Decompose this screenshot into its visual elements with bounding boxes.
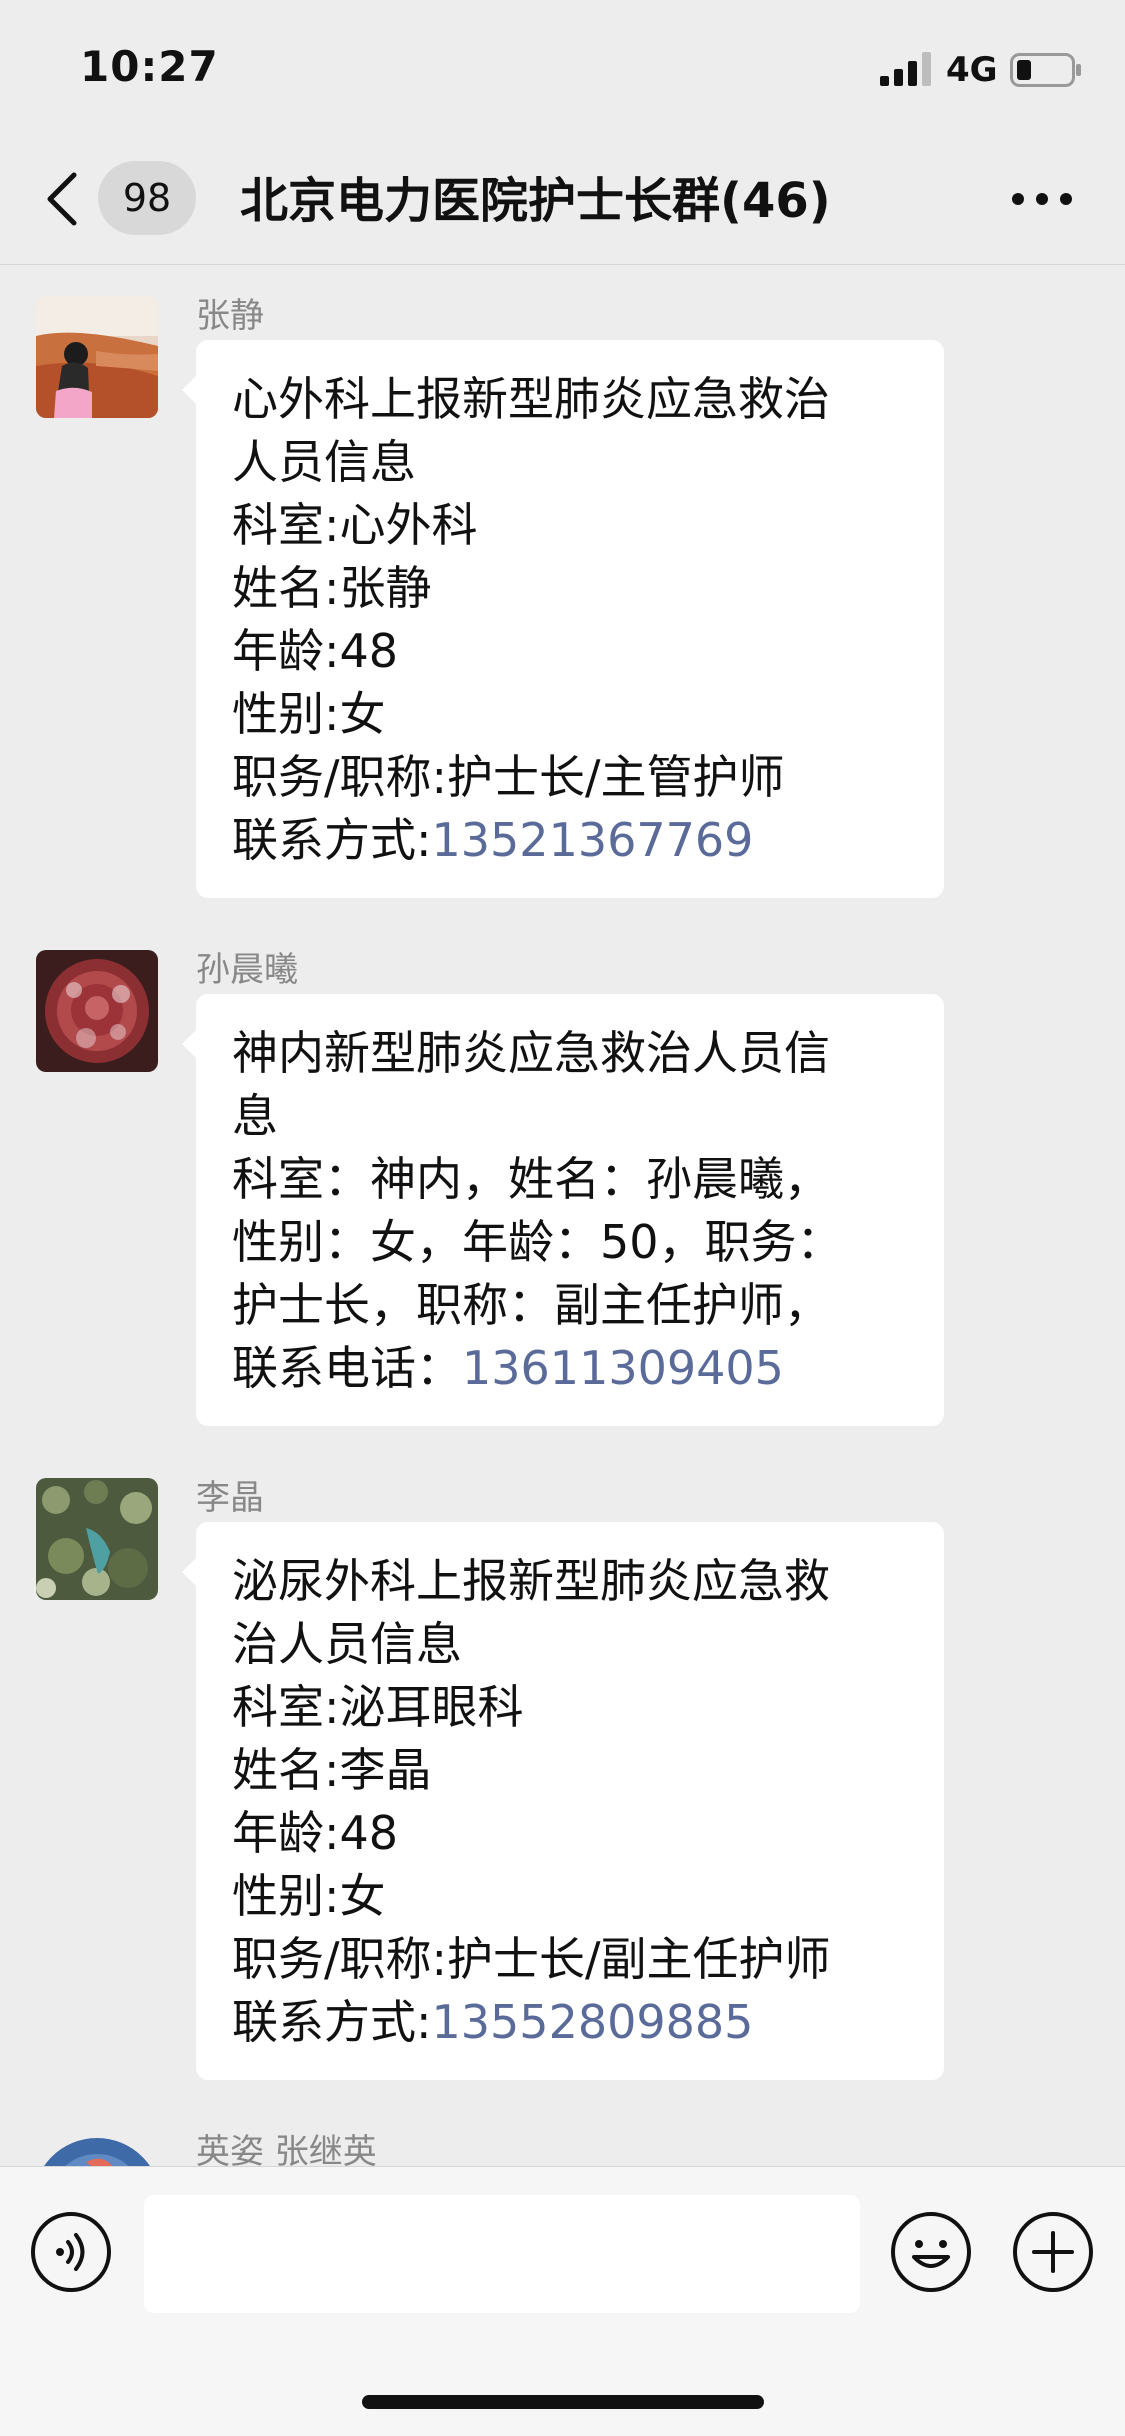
chat-title: 北京电力医院护士长群(46) [240, 173, 831, 229]
message-bubble[interactable]: 泌尿外科上报新型肺炎应急救 治人员信息 科室:泌耳眼科 姓名:李晶 年龄:48 … [182, 1522, 944, 2080]
avatar-image [36, 2132, 158, 2166]
contact-label: 联系方式: [232, 1995, 432, 2049]
network-type: 4G [946, 50, 998, 90]
phone-link[interactable]: 13611309405 [462, 1341, 784, 1395]
phone-link[interactable]: 13552809885 [432, 1995, 754, 2049]
chat-header: 98 北京电力医院护士长群(46) [0, 135, 1125, 265]
message-line: 泌尿外科上报新型肺炎应急救 [232, 1554, 830, 1608]
message-line: 性别：女，年龄：50，职务： [232, 1215, 843, 1269]
message-line: 年龄:48 [232, 624, 399, 678]
message-line: 神内新型肺炎应急救治人员信 [232, 1026, 830, 1080]
sender-name: 孙晨曦 [196, 950, 298, 990]
contact-line: 联系方式:13552809885 [232, 1991, 908, 2054]
avatar[interactable] [36, 1478, 158, 1600]
contact-label: 联系电话： [232, 1341, 462, 1395]
signal-strength-icon [880, 52, 931, 86]
emoji-icon[interactable] [890, 2211, 972, 2293]
message-line: 科室：神内，姓名：孙晨曦， [232, 1152, 830, 1206]
message-line: 治人员信息 [232, 1617, 462, 1671]
status-time: 10:27 [80, 42, 219, 91]
message-line: 姓名:张静 [232, 561, 432, 615]
avatar[interactable] [36, 296, 158, 418]
sender-name: 英姿 张继英 [196, 2132, 377, 2166]
phone-link[interactable]: 13521367769 [432, 813, 754, 867]
back-chevron-icon[interactable] [42, 171, 82, 227]
more-options-icon[interactable] [1008, 187, 1076, 211]
avatar[interactable] [36, 950, 158, 1072]
avatar[interactable] [36, 2132, 158, 2166]
contact-line: 联系电话：13611309405 [232, 1337, 908, 1400]
chat-screen: 10:27 4G 98 北京电力医院护士长群(46) 张静 心外科上报新型肺炎应… [0, 0, 1125, 2436]
avatar-image [36, 950, 158, 1072]
message-input[interactable] [144, 2195, 860, 2313]
message-line: 护士长，职称：副主任护师， [232, 1278, 830, 1332]
sender-name: 张静 [196, 296, 264, 336]
message-line: 科室:泌耳眼科 [232, 1680, 524, 1734]
message-line: 息 [232, 1089, 278, 1143]
message-bubble[interactable]: 神内新型肺炎应急救治人员信 息 科室：神内，姓名：孙晨曦， 性别：女，年龄：50… [182, 994, 944, 1426]
message-line: 性别:女 [232, 1869, 386, 1923]
message-line: 职务/职称:护士长/副主任护师 [232, 1932, 831, 1986]
status-bar: 10:27 4G [0, 0, 1125, 135]
message-line: 职务/职称:护士长/主管护师 [232, 750, 785, 804]
unread-count-badge[interactable]: 98 [98, 161, 196, 235]
message-line: 心外科上报新型肺炎应急救治 [232, 372, 830, 426]
message-line: 年龄:48 [232, 1806, 399, 1860]
add-attachment-icon[interactable] [1012, 2211, 1094, 2293]
message-bubble[interactable]: 心外科上报新型肺炎应急救治 人员信息 科室:心外科 姓名:张静 年龄:48 性别… [182, 340, 944, 898]
chat-input-bar [0, 2166, 1125, 2436]
sender-name: 李晶 [196, 1478, 264, 1518]
message-line: 姓名:李晶 [232, 1743, 432, 1797]
message-line: 性别:女 [232, 687, 386, 741]
avatar-image [36, 1478, 158, 1600]
message-line: 人员信息 [232, 435, 416, 489]
home-indicator [362, 2395, 764, 2409]
voice-input-icon[interactable] [30, 2211, 112, 2293]
battery-icon [1010, 53, 1081, 87]
avatar-image [36, 296, 158, 418]
contact-line: 联系方式:13521367769 [232, 809, 908, 872]
contact-label: 联系方式: [232, 813, 432, 867]
message-line: 科室:心外科 [232, 498, 478, 552]
message-list[interactable]: 张静 心外科上报新型肺炎应急救治 人员信息 科室:心外科 姓名:张静 年龄:48… [0, 266, 1125, 2166]
